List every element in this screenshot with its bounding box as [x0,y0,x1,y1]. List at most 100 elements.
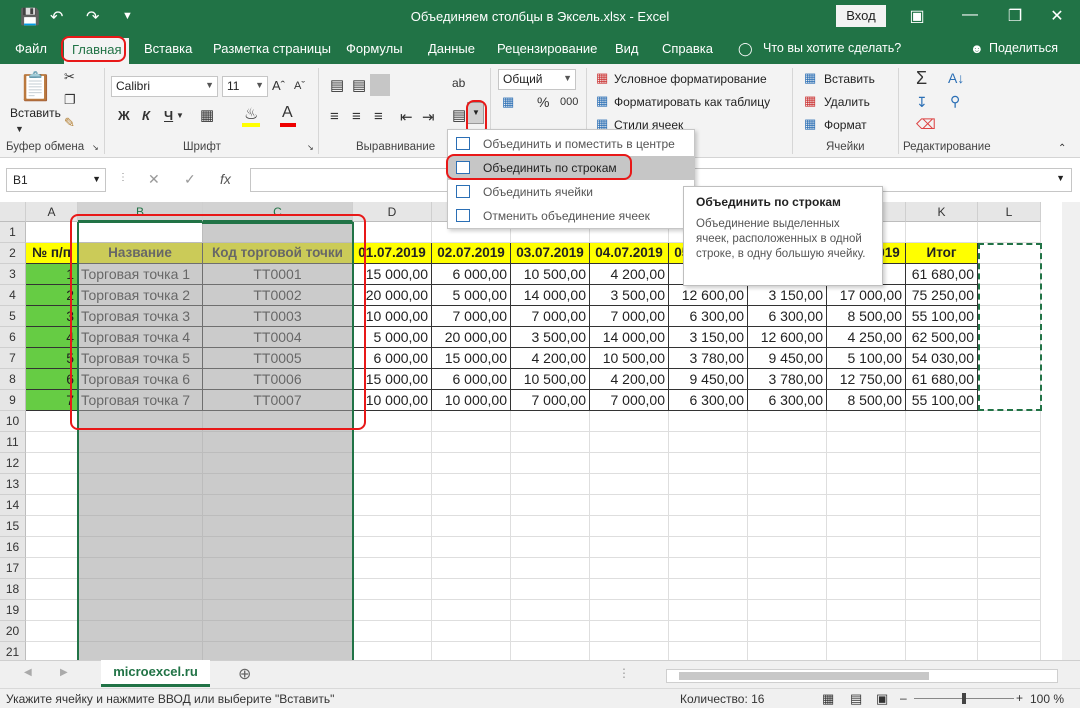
bold-button[interactable]: Ж [118,108,130,123]
cell[interactable] [203,432,353,453]
tab-data[interactable]: Данные [428,41,475,56]
cell[interactable] [203,411,353,432]
paste-icon[interactable]: 📋 [18,70,53,103]
prev-sheet-icon[interactable]: ◀ [24,667,32,678]
name-box[interactable]: B1 ▼ [6,168,106,192]
cell[interactable] [511,537,590,558]
underline-button[interactable]: Ч [164,108,173,123]
table-cell[interactable]: Торговая точка 5 [78,348,203,369]
tell-me-search[interactable]: Что вы хотите сделать? [763,41,901,55]
cell[interactable] [353,411,432,432]
cell[interactable] [26,432,78,453]
cell[interactable] [432,453,511,474]
font-name-select[interactable]: Calibri ▼ [111,76,218,97]
cell[interactable] [203,474,353,495]
worksheet-grid[interactable]: ABCDEFGHIJKL1234567891011121314151617181… [0,202,1080,660]
table-cell[interactable]: ТТ0001 [203,264,353,285]
fill-icon[interactable]: ↧ [916,94,928,111]
table-cell[interactable]: 7 000,00 [511,390,590,411]
cell[interactable] [203,558,353,579]
cell[interactable] [26,411,78,432]
table-cell[interactable]: 6 000,00 [432,369,511,390]
login-button[interactable]: Вход [836,5,886,27]
cell[interactable] [978,579,1041,600]
cell[interactable] [748,600,827,621]
cell[interactable] [203,453,353,474]
cell[interactable] [432,558,511,579]
cell[interactable] [978,516,1041,537]
cell[interactable] [353,537,432,558]
table-cell[interactable]: 10 500,00 [511,264,590,285]
row-header[interactable]: 9 [0,390,26,411]
cell[interactable] [978,621,1041,642]
table-header-cell[interactable]: 01.07.2019 [353,243,432,264]
increase-indent-icon[interactable]: ⇥ [422,108,435,126]
table-cell[interactable]: 9 450,00 [748,348,827,369]
accounting-format-icon[interactable]: ▦ [502,94,514,110]
cell[interactable] [906,474,978,495]
table-cell[interactable]: 62 500,00 [906,327,978,348]
cell[interactable] [827,411,906,432]
horizontal-scrollbar[interactable] [666,669,1058,683]
cell[interactable] [203,516,353,537]
cell[interactable] [978,453,1041,474]
cell[interactable] [590,558,669,579]
horizontal-scroll-thumb[interactable] [679,672,929,680]
table-cell[interactable]: 7 000,00 [432,306,511,327]
paste-button[interactable]: Вставить [10,106,61,120]
table-header-cell[interactable]: 04.07.2019 [590,243,669,264]
tab-home[interactable]: Главная [64,38,130,64]
cell[interactable] [353,642,432,660]
cell[interactable] [353,600,432,621]
table-cell[interactable]: Торговая точка 3 [78,306,203,327]
table-cell[interactable]: 8 500,00 [827,390,906,411]
cell[interactable] [353,222,432,243]
vertical-scrollbar[interactable] [1062,202,1080,660]
cell[interactable] [827,621,906,642]
cell[interactable] [353,474,432,495]
add-sheet-icon[interactable]: ⊕ [238,664,251,684]
row-header[interactable]: 17 [0,558,26,579]
cell[interactable] [978,411,1041,432]
table-cell[interactable]: 4 [26,327,78,348]
next-sheet-icon[interactable]: ▶ [60,667,68,678]
clipboard-launcher-icon[interactable]: ↘ [92,143,99,152]
cell[interactable] [827,642,906,660]
row-header[interactable]: 1 [0,222,26,243]
cell[interactable] [827,495,906,516]
cell[interactable] [432,579,511,600]
align-center-icon[interactable]: ≡ [352,108,361,125]
format-cells-button[interactable]: Формат [824,118,867,132]
table-cell[interactable]: 14 000,00 [590,327,669,348]
table-cell[interactable]: 12 600,00 [748,327,827,348]
menu-item-merge-across[interactable]: Объединить по строкам [448,156,694,180]
autosum-icon[interactable]: Σ [916,68,927,89]
enter-icon[interactable]: ✓ [184,171,196,188]
menu-item-merge-center[interactable]: Объединить и поместить в центре [448,132,694,156]
share-button[interactable]: Поделиться [989,41,1058,55]
cell[interactable] [827,600,906,621]
cell[interactable] [78,411,203,432]
cell[interactable] [78,600,203,621]
cell[interactable] [590,621,669,642]
table-header-cell[interactable]: Название [78,243,203,264]
delete-cells-button[interactable]: Удалить [824,95,870,109]
number-format-select[interactable]: Общий ▼ [498,69,576,90]
row-header[interactable]: 4 [0,285,26,306]
table-cell[interactable]: 55 100,00 [906,306,978,327]
cell[interactable] [432,621,511,642]
table-cell[interactable]: 20 000,00 [353,285,432,306]
table-cell[interactable]: 2 [26,285,78,306]
cell[interactable] [78,516,203,537]
row-header[interactable]: 10 [0,411,26,432]
table-cell[interactable]: 10 000,00 [432,390,511,411]
cell[interactable] [78,537,203,558]
cell[interactable] [906,516,978,537]
cell[interactable] [511,516,590,537]
font-launcher-icon[interactable]: ↘ [307,143,314,152]
cell[interactable] [26,474,78,495]
row-header[interactable]: 15 [0,516,26,537]
table-cell[interactable]: 10 000,00 [353,306,432,327]
table-cell[interactable]: Торговая точка 2 [78,285,203,306]
cell[interactable] [353,579,432,600]
